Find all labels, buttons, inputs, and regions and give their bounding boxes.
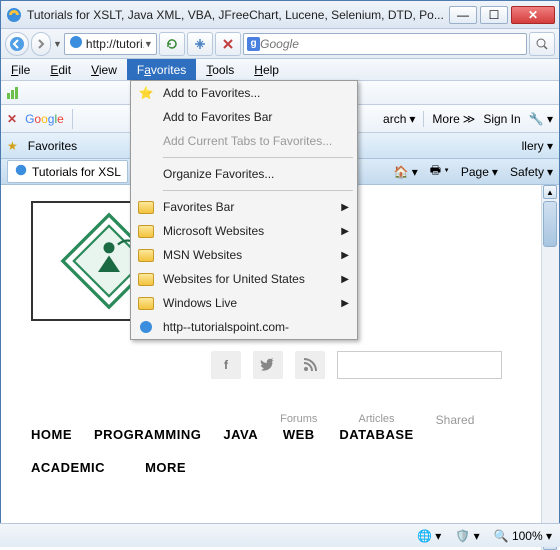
menu-file[interactable]: FFileile [1,59,40,80]
home-button[interactable]: 🏠 ▾ [393,165,417,179]
ie-icon [137,318,155,336]
address-text: http://tutori... [84,37,144,51]
tab-title: Tutorials for XSL [32,165,121,179]
chevron-right-icon: ▶ [341,202,349,213]
browser-tab[interactable]: Tutorials for XSL [7,160,128,183]
nav-more[interactable]: MORE [145,460,186,475]
window-title: Tutorials for XSLT, Java XML, VBA, JFree… [27,8,449,22]
print-button[interactable]: 🖶 ▾ [430,161,449,182]
scrollbar[interactable]: ▲ ▼ [541,185,559,550]
page-icon [68,34,84,53]
menu-bar: FFileile Edit View Favorites Tools Help [1,59,559,81]
nav-academic[interactable]: ACADEMIC [31,460,105,475]
title-bar: Tutorials for XSLT, Java XML, VBA, JFree… [1,1,559,29]
fav-add-bar[interactable]: Add to Favorites Bar [131,105,357,129]
nav-shared[interactable]: Shared [436,413,475,427]
fav-folder-favbar[interactable]: Favorites Bar▶ [131,195,357,219]
forward-button[interactable] [31,32,51,56]
nav-database[interactable]: DATABASE [339,427,413,442]
back-button[interactable] [5,32,29,56]
menu-tools[interactable]: Tools [196,59,244,80]
site-search-input[interactable] [337,351,502,379]
scroll-up-icon[interactable]: ▲ [543,185,557,199]
nav-articles[interactable]: Articles [358,413,394,425]
fav-folder-live[interactable]: Windows Live▶ [131,291,357,315]
fav-add-tabs: Add Current Tabs to Favorites... [131,129,357,153]
fav-item-site[interactable]: http--tutorialspoint.com- [131,315,357,339]
folder-icon [137,294,155,312]
nav-toolbar: ▼ http://tutori... ▼ g [1,29,559,59]
nav-forums[interactable]: Forums [280,413,317,425]
minimize-button[interactable]: — [449,6,477,24]
maximize-button[interactable]: ☐ [480,6,508,24]
favorites-label[interactable]: Favorites [28,139,77,153]
google-icon: g [247,37,260,51]
signin-button[interactable]: Sign In [483,112,520,126]
folder-icon [137,246,155,264]
nav-programming[interactable]: PROGRAMMING [94,427,201,442]
address-dropdown-icon[interactable]: ▼ [144,39,153,49]
folder-icon [137,222,155,240]
google-logo: Google [25,110,64,127]
chevron-right-icon: ▶ [341,298,349,309]
zoom-control[interactable]: 🔍 100% ▾ [494,529,552,543]
address-bar[interactable]: http://tutori... ▼ [64,33,157,55]
nav-web[interactable]: WEB [283,427,315,442]
menu-view[interactable]: View [81,59,127,80]
wrench-icon[interactable]: 🔧 ▾ [529,112,553,126]
twitter-icon[interactable] [253,351,283,379]
protected-mode-icon[interactable]: 🛡️ ▾ [455,529,479,543]
menu-favorites[interactable]: Favorites [127,59,196,80]
folder-icon [137,198,155,216]
fav-folder-ms[interactable]: Microsoft Websites▶ [131,219,357,243]
menu-edit[interactable]: Edit [40,59,81,80]
facebook-icon[interactable]: f [211,351,241,379]
star-icon[interactable]: ★ [7,139,18,153]
page-menu[interactable]: Page ▾ [461,165,498,179]
social-row: f [211,351,559,379]
safety-menu[interactable]: Safety ▾ [510,165,553,179]
close-x-icon[interactable]: ✕ [7,112,17,126]
nav-home[interactable]: HOME [31,427,72,442]
more-button[interactable]: More ≫ [432,112,475,126]
nav-java[interactable]: JAVA [223,427,258,442]
signal-icon [7,87,18,99]
fav-folder-msn[interactable]: MSN Websites▶ [131,243,357,267]
chevron-right-icon: ▶ [341,274,349,285]
separator [163,157,353,158]
search-input[interactable] [260,37,523,51]
fav-add[interactable]: ⭐Add to Favorites... [131,81,357,105]
fav-folder-us[interactable]: Websites for United States▶ [131,267,357,291]
refresh-button[interactable] [159,32,185,56]
search-button[interactable]: arch ▾ [383,112,415,126]
folder-icon [137,270,155,288]
rss-icon[interactable] [295,351,325,379]
ie-icon [5,6,23,24]
compat-button[interactable] [187,32,213,56]
menu-help[interactable]: Help [244,59,289,80]
scroll-thumb[interactable] [543,201,557,247]
chevron-right-icon: ▶ [341,226,349,237]
internet-zone-icon[interactable]: 🌐 ▾ [417,529,441,543]
site-nav: HOME PROGRAMMING JAVA Forums WEB Articles… [31,413,559,475]
gallery-dropdown[interactable]: llery ▾ [522,139,553,153]
stop-button[interactable] [215,32,241,56]
close-button[interactable]: ✕ [511,6,555,24]
chevron-right-icon: ▶ [341,250,349,261]
ie-icon [14,163,28,180]
window-controls: — ☐ ✕ [449,6,555,24]
favorites-dropdown: ⭐Add to Favorites... Add to Favorites Ba… [130,80,358,340]
search-box[interactable]: g [243,33,527,55]
status-bar: 🌐 ▾ 🛡️ ▾ 🔍 100% ▾ [0,523,560,547]
star-add-icon: ⭐ [137,84,155,102]
separator [163,190,353,191]
search-go-button[interactable] [529,32,555,56]
fav-organize[interactable]: Organize Favorites... [131,162,357,186]
history-dropdown-icon[interactable]: ▼ [53,39,62,49]
